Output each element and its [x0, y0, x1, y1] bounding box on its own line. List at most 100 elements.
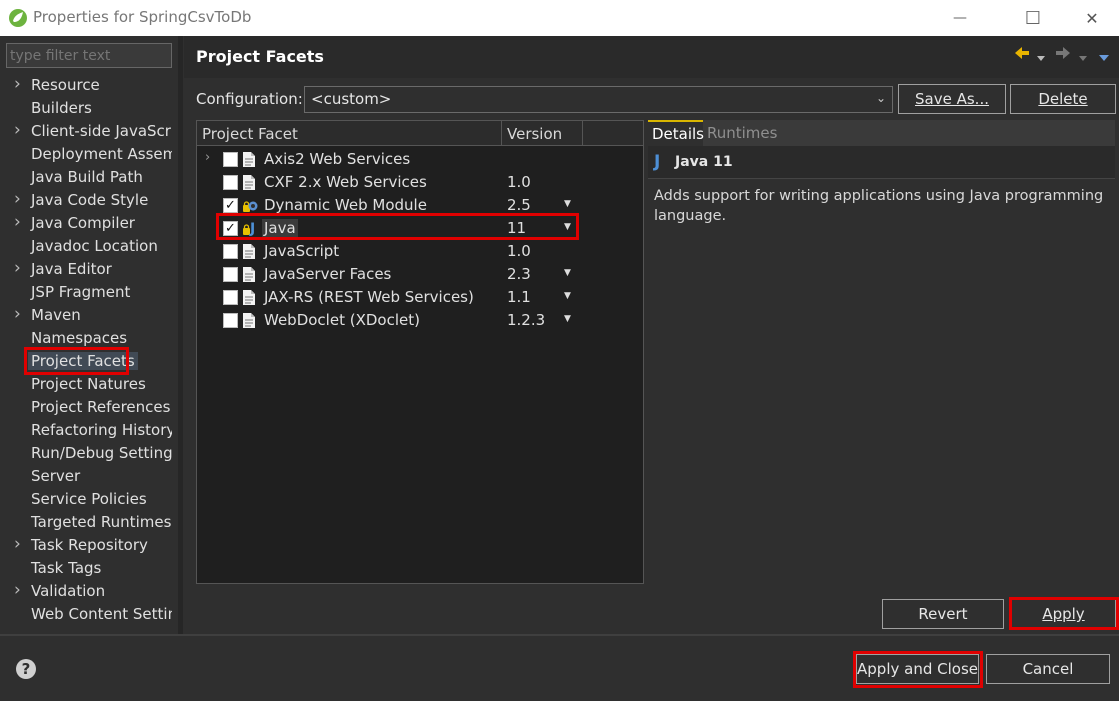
facet-version[interactable]: 1.1	[507, 288, 531, 306]
sidebar-item[interactable]: Web Content Settings	[6, 604, 172, 626]
table-row[interactable]: JAX-RS (REST Web Services) 1.1 ▼	[197, 286, 643, 309]
facet-checkbox[interactable]	[223, 175, 238, 190]
help-icon[interactable]: ?	[16, 659, 36, 679]
back-button[interactable]	[1013, 44, 1031, 64]
chevron-right-icon[interactable]: ›	[14, 75, 21, 94]
tab-runtimes-label: Runtimes	[707, 124, 778, 142]
chevron-right-icon[interactable]: ›	[14, 305, 21, 324]
sidebar-item-label: Client-side JavaScript	[31, 122, 172, 140]
facet-version[interactable]: 11	[507, 219, 526, 237]
apply-button[interactable]: Apply	[1011, 599, 1116, 629]
facet-checkbox[interactable]: ✓	[223, 221, 238, 236]
back-menu-button[interactable]	[1036, 47, 1046, 67]
column-header-version[interactable]: Version	[507, 125, 562, 143]
sidebar-item[interactable]: Deployment Assembly	[6, 144, 172, 166]
chevron-right-icon[interactable]: ›	[14, 190, 21, 209]
sidebar-item-label: Deployment Assembly	[31, 145, 172, 163]
sidebar-item-label: Maven	[31, 306, 81, 324]
sidebar-item[interactable]: Namespaces	[6, 328, 172, 350]
sidebar-item[interactable]: Targeted Runtimes	[6, 512, 172, 534]
minimize-button[interactable]: —	[937, 0, 983, 36]
table-row[interactable]: ✓ J Java 11 ▼	[197, 217, 643, 240]
sidebar-item[interactable]: › Java Code Style	[6, 190, 172, 212]
facet-checkbox[interactable]	[223, 267, 238, 282]
sidebar-item[interactable]: › Client-side JavaScript	[6, 121, 172, 143]
sidebar-item[interactable]: Task Tags	[6, 558, 172, 580]
chevron-down-icon	[1099, 55, 1109, 61]
apply-and-close-button[interactable]: Apply and Close	[856, 654, 979, 684]
minimize-icon: —	[953, 10, 967, 26]
view-menu-button[interactable]	[1098, 47, 1110, 67]
chevron-right-icon[interactable]: ›	[14, 121, 21, 140]
sidebar-item[interactable]: Java Build Path	[6, 167, 172, 189]
sidebar-item[interactable]: Project Facets	[6, 351, 172, 373]
configuration-select[interactable]: <custom> ⌄	[304, 86, 893, 113]
delete-button[interactable]: Delete	[1010, 84, 1116, 114]
close-button[interactable]: ✕	[1069, 0, 1115, 36]
sidebar-item-label: JSP Fragment	[31, 283, 131, 301]
sidebar-item[interactable]: › Task Repository	[6, 535, 172, 557]
chevron-down-icon[interactable]: ▼	[564, 268, 571, 278]
sash[interactable]	[178, 36, 183, 634]
sidebar-item[interactable]: Javadoc Location	[6, 236, 172, 258]
table-row[interactable]: › Axis2 Web Services	[197, 148, 643, 171]
tab-runtimes[interactable]: Runtimes	[703, 120, 777, 146]
details-panel: Details Runtimes J Java 11 Adds support …	[648, 120, 1115, 584]
sidebar-item-label: Java Compiler	[31, 214, 135, 232]
filter-input[interactable]	[6, 43, 172, 68]
sidebar-item[interactable]: › Java Editor	[6, 259, 172, 281]
column-header-facet[interactable]: Project Facet	[202, 125, 298, 143]
sidebar-item[interactable]: Run/Debug Settings	[6, 443, 172, 465]
chevron-down-icon[interactable]: ▼	[564, 291, 571, 301]
table-row[interactable]: CXF 2.x Web Services 1.0	[197, 171, 643, 194]
chevron-right-icon[interactable]: ›	[14, 535, 21, 554]
facet-name: CXF 2.x Web Services	[264, 173, 427, 191]
maximize-button[interactable]: ☐	[1010, 0, 1056, 36]
facet-checkbox[interactable]	[223, 152, 238, 167]
column-divider[interactable]	[582, 121, 583, 146]
sidebar-item[interactable]: JSP Fragment	[6, 282, 172, 304]
chevron-right-icon[interactable]: ›	[14, 581, 21, 600]
facet-version[interactable]: 1.2.3	[507, 311, 545, 329]
table-row[interactable]: WebDoclet (XDoclet) 1.2.3 ▼	[197, 309, 643, 332]
cancel-button[interactable]: Cancel	[986, 654, 1110, 684]
sidebar-item[interactable]: › Validation	[6, 581, 172, 603]
window-title: Properties for SpringCsvToDb	[33, 8, 252, 26]
facet-version[interactable]: 2.5	[507, 196, 531, 214]
sidebar-item[interactable]: Service Policies	[6, 489, 172, 511]
sidebar-item[interactable]: › Java Compiler	[6, 213, 172, 235]
chevron-right-icon[interactable]: ›	[14, 259, 21, 278]
sidebar-item[interactable]: Server	[6, 466, 172, 488]
details-header: J Java 11	[648, 146, 1115, 179]
revert-button[interactable]: Revert	[882, 599, 1004, 629]
facet-version[interactable]: 2.3	[507, 265, 531, 283]
sidebar-item[interactable]: Builders	[6, 98, 172, 120]
forward-button[interactable]	[1054, 44, 1072, 64]
chevron-down-icon[interactable]: ▼	[564, 199, 571, 209]
save-as-label: Save As...	[915, 90, 989, 108]
sidebar-item[interactable]: › Resource	[6, 75, 172, 97]
forward-menu-button[interactable]	[1078, 47, 1088, 67]
table-row[interactable]: JavaScript 1.0	[197, 240, 643, 263]
chevron-down-icon	[1037, 56, 1045, 61]
save-as-button[interactable]: Save As...	[898, 84, 1006, 114]
table-row[interactable]: ✓ Dynamic Web Module 2.5 ▼	[197, 194, 643, 217]
tab-details[interactable]: Details	[648, 120, 704, 146]
chevron-down-icon[interactable]: ▼	[564, 314, 571, 324]
sidebar-item[interactable]: › Maven	[6, 305, 172, 327]
facet-checkbox[interactable]	[223, 313, 238, 328]
sidebar-item-label: Namespaces	[31, 329, 128, 347]
facet-name: JavaScript	[264, 242, 340, 260]
facet-checkbox[interactable]	[223, 244, 238, 259]
table-row[interactable]: JavaServer Faces 2.3 ▼	[197, 263, 643, 286]
chevron-right-icon[interactable]: ›	[14, 213, 21, 232]
sidebar-item-label: Task Tags	[31, 559, 102, 577]
sidebar-item[interactable]: Project Natures	[6, 374, 172, 396]
sidebar-item[interactable]: Refactoring History	[6, 420, 172, 442]
chevron-down-icon[interactable]: ▼	[564, 222, 571, 232]
sidebar-item[interactable]: Project References	[6, 397, 172, 419]
facet-checkbox[interactable]: ✓	[223, 198, 238, 213]
column-divider[interactable]	[501, 121, 502, 146]
facet-checkbox[interactable]	[223, 290, 238, 305]
chevron-right-icon[interactable]: ›	[205, 150, 210, 165]
